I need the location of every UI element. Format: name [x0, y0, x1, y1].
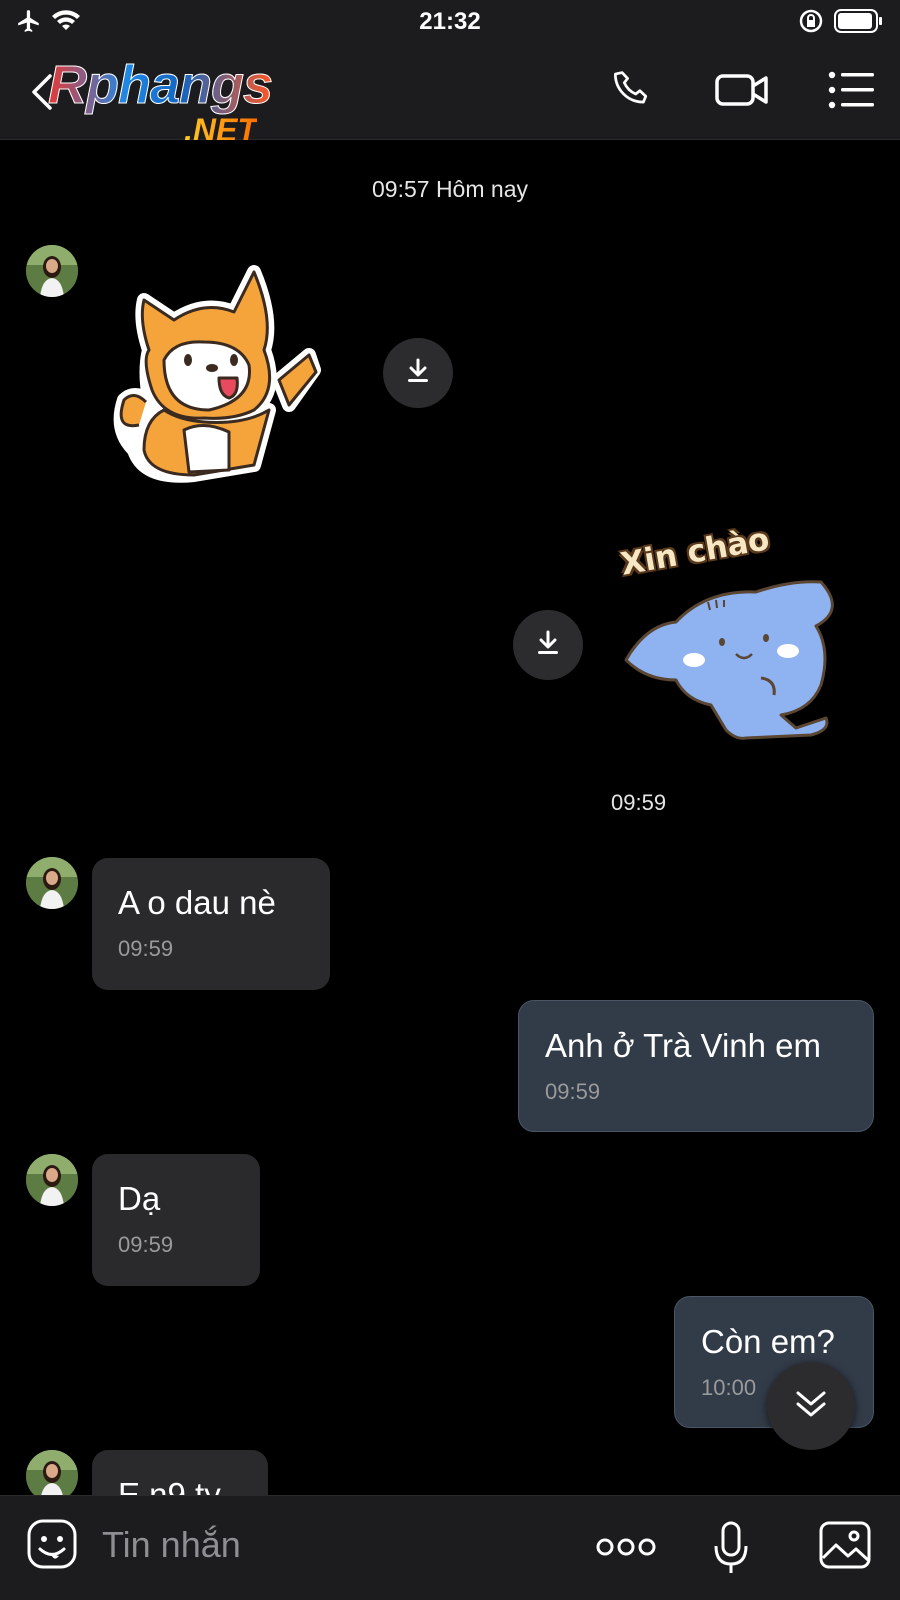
- menu-icon[interactable]: [828, 70, 876, 115]
- time-marker: 09:59: [611, 790, 667, 815]
- message-time: 09:59: [545, 1079, 601, 1104]
- message-bubble[interactable]: E n9 ty: [92, 1450, 268, 1495]
- cat-sticker[interactable]: Xin chào: [616, 521, 856, 760]
- orientation-lock-icon: [798, 8, 824, 39]
- message-text: Còn em?: [701, 1323, 835, 1360]
- download-icon: [404, 357, 432, 390]
- avatar[interactable]: [26, 1154, 78, 1206]
- message-bubble[interactable]: Dạ 09:59: [92, 1154, 260, 1286]
- battery-icon: [834, 9, 884, 38]
- message-time: 09:59: [118, 936, 174, 961]
- logo-brand: Rphangs: [47, 55, 273, 116]
- chat-header: Rphangs .NET: [0, 44, 900, 148]
- message-composer: Tin nhắn: [0, 1495, 900, 1600]
- phone-icon[interactable]: [610, 68, 654, 117]
- watermark-logo: Rphangs .NET: [47, 54, 318, 149]
- more-icon[interactable]: [596, 1536, 656, 1563]
- avatar[interactable]: [26, 857, 78, 909]
- chat-area[interactable]: 09:57 Hôm nay Xin chào 09:59 A o dau nè …: [0, 140, 900, 1495]
- message-text: E n9 ty: [118, 1476, 221, 1495]
- avatar[interactable]: [26, 245, 78, 297]
- scroll-to-bottom-button[interactable]: [767, 1362, 855, 1450]
- download-icon: [534, 629, 562, 662]
- download-button[interactable]: [383, 338, 453, 408]
- shiba-sticker[interactable]: [104, 260, 334, 505]
- video-icon[interactable]: [714, 68, 770, 117]
- mic-icon[interactable]: [712, 1520, 750, 1581]
- message-text: Anh ở Trà Vinh em: [545, 1027, 822, 1064]
- message-bubble[interactable]: Anh ở Trà Vinh em 09:59: [518, 1000, 874, 1132]
- message-text: Dạ: [118, 1180, 161, 1217]
- message-time: 09:59: [118, 1232, 174, 1257]
- status-time: 21:32: [419, 8, 481, 35]
- image-icon[interactable]: [818, 1520, 872, 1575]
- avatar[interactable]: [26, 1450, 78, 1495]
- chevron-double-down-icon: [794, 1389, 828, 1424]
- download-button[interactable]: [513, 610, 583, 680]
- message-input[interactable]: Tin nhắn: [102, 1524, 241, 1566]
- message-bubble[interactable]: A o dau nè 09:59: [92, 858, 330, 990]
- date-separator: 09:57 Hôm nay: [372, 176, 528, 202]
- emoji-icon[interactable]: [26, 1518, 78, 1575]
- status-bar: 21:32: [0, 0, 900, 44]
- message-text: A o dau nè: [118, 884, 276, 921]
